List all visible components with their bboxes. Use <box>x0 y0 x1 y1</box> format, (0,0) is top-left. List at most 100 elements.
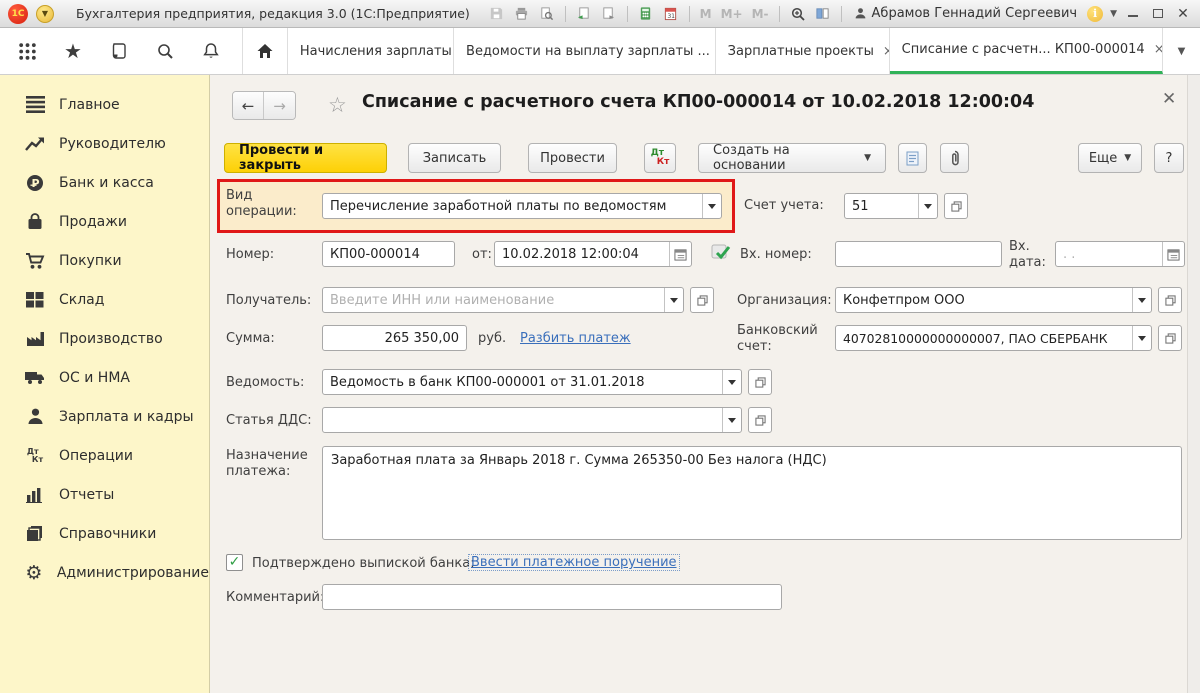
comment-input[interactable] <box>323 585 781 609</box>
dropdown-arrow-icon[interactable] <box>1132 288 1151 312</box>
form-close-button[interactable]: ✕ <box>1162 89 1176 109</box>
home-tab[interactable] <box>243 28 288 74</box>
amount-input[interactable] <box>323 326 466 350</box>
sidebar-item-main[interactable]: Главное <box>0 85 209 124</box>
search-icon[interactable] <box>154 40 176 62</box>
amount-label: Сумма: <box>226 331 275 346</box>
zoom-icon[interactable] <box>789 5 807 23</box>
attachments-button[interactable] <box>940 143 969 173</box>
main-menu-button[interactable]: ▼ <box>36 4 54 23</box>
dds-combobox[interactable] <box>322 407 742 433</box>
tab-payment-sheets[interactable]: Ведомости на выплату зарплаты ... × <box>454 28 716 74</box>
comment-label: Комментарий: <box>226 590 325 605</box>
history-icon[interactable] <box>108 40 130 62</box>
enter-payment-order-link[interactable]: Ввести платежное поручение <box>468 554 680 571</box>
dropdown-arrow-icon[interactable] <box>918 194 937 218</box>
tab-salary-projects[interactable]: Зарплатные проекты × <box>716 28 890 74</box>
dtkt-postings-button[interactable]: Дт Кт <box>644 143 676 173</box>
svg-text:31: 31 <box>667 13 675 20</box>
sidebar-item-directories[interactable]: Справочники <box>0 514 209 553</box>
info-icon[interactable]: i <box>1087 5 1104 22</box>
organization-combobox[interactable]: Конфетпром ООО <box>835 287 1152 313</box>
purpose-textarea[interactable]: Заработная плата за Январь 2018 г. Сумма… <box>322 446 1182 540</box>
tab-overflow-button[interactable]: ▼ <box>1163 28 1200 74</box>
account-label: Счет учета: <box>744 198 824 213</box>
tab-close-icon[interactable]: × <box>883 44 889 59</box>
favorites-star-icon[interactable]: ★ <box>62 39 84 63</box>
tab-payroll-accruals[interactable]: Начисления зарплаты × <box>288 28 455 74</box>
account-combobox[interactable] <box>844 193 938 219</box>
calculator-icon[interactable] <box>637 5 655 23</box>
sidebar-item-warehouse[interactable]: Склад <box>0 280 209 319</box>
sidebar-item-payroll-hr[interactable]: Зарплата и кадры <box>0 397 209 436</box>
date-input[interactable] <box>495 242 669 266</box>
incoming-number-label: Вх. номер: <box>740 247 812 262</box>
document-report-button[interactable] <box>898 143 927 173</box>
confirmed-checkbox[interactable]: ✓ <box>226 554 243 571</box>
help-button[interactable]: ? <box>1154 143 1184 173</box>
dropdown-arrow-icon[interactable] <box>722 370 741 394</box>
maximize-button[interactable] <box>1149 6 1167 22</box>
forward-button[interactable]: → <box>264 92 295 119</box>
close-window-button[interactable]: ✕ <box>1174 6 1192 22</box>
titlebar-caret-icon[interactable]: ▼ <box>1110 9 1117 19</box>
memory-m-button[interactable]: M <box>699 7 713 21</box>
dds-open-button[interactable] <box>748 407 772 433</box>
payee-combobox[interactable]: Введите ИНН или наименование <box>322 287 684 313</box>
export-file-icon[interactable] <box>575 5 593 23</box>
save-button[interactable]: Записать <box>408 143 501 173</box>
sidebar-item-manager[interactable]: Руководителю <box>0 124 209 163</box>
calendar-picker-icon[interactable] <box>669 242 691 266</box>
import-file-icon[interactable] <box>600 5 618 23</box>
sidebar-item-reports[interactable]: Отчеты <box>0 475 209 514</box>
dropdown-arrow-icon[interactable] <box>722 408 741 432</box>
favorite-star-icon[interactable]: ☆ <box>328 93 347 117</box>
sheet-combobox[interactable]: Ведомость в банк КП00-000001 от 31.01.20… <box>322 369 742 395</box>
split-payment-link[interactable]: Разбить платеж <box>520 331 631 346</box>
print-preview-icon[interactable] <box>538 5 556 23</box>
dropdown-arrow-icon[interactable] <box>1132 326 1151 350</box>
account-input[interactable] <box>845 194 918 218</box>
current-user[interactable]: Абрамов Геннадий Сергеевич <box>851 6 1081 21</box>
tab-bank-debit-active[interactable]: Списание с расчетн... КП00-000014 × <box>889 28 1163 74</box>
memory-m-minus-button[interactable]: M- <box>751 7 770 21</box>
print-icon[interactable] <box>513 5 531 23</box>
dropdown-arrow-icon[interactable] <box>702 194 721 218</box>
minimize-button[interactable] <box>1124 6 1142 22</box>
operation-type-combobox[interactable]: Перечисление заработной платы по ведомос… <box>322 193 722 219</box>
sidebar-item-sales[interactable]: Продажи <box>0 202 209 241</box>
payee-label: Получатель: <box>226 293 312 308</box>
dtkt-icon: Дт Кт <box>26 446 44 464</box>
sidebar-item-operations[interactable]: Дт Кт Операции <box>0 436 209 475</box>
post-and-close-button[interactable]: Провести и закрыть <box>224 143 387 173</box>
post-button[interactable]: Провести <box>528 143 617 173</box>
create-based-on-button[interactable]: Создать на основании ▼ <box>698 143 886 173</box>
notifications-bell-icon[interactable] <box>200 40 222 62</box>
vertical-scrollbar[interactable] <box>1187 75 1200 693</box>
sidebar-item-bank-cash[interactable]: Р Банк и касса <box>0 163 209 202</box>
calendar-icon[interactable]: 31 <box>662 5 680 23</box>
tab-close-icon[interactable]: × <box>1154 42 1162 57</box>
number-input[interactable] <box>323 242 454 266</box>
bank-account-open-button[interactable] <box>1158 325 1182 351</box>
back-button[interactable]: ← <box>233 92 264 119</box>
dropdown-arrow-icon[interactable] <box>664 288 683 312</box>
sidebar-item-fixed-assets[interactable]: ОС и НМА <box>0 358 209 397</box>
sheet-open-button[interactable] <box>748 369 772 395</box>
sidebar-item-administration[interactable]: ⚙ Администрирование <box>0 553 209 592</box>
sidebar-item-purchases[interactable]: Покупки <box>0 241 209 280</box>
organization-open-button[interactable] <box>1158 287 1182 313</box>
payee-open-button[interactable] <box>690 287 714 313</box>
account-open-button[interactable] <box>944 193 968 219</box>
sections-grid-icon[interactable] <box>16 40 38 62</box>
document-form: ← → ☆ Списание с расчетного счета КП00-0… <box>210 75 1200 693</box>
memory-m-plus-button[interactable]: M+ <box>720 7 744 21</box>
split-columns-icon[interactable] <box>814 5 832 23</box>
save-icon[interactable] <box>488 5 506 23</box>
sidebar-item-production[interactable]: Производство <box>0 319 209 358</box>
more-button[interactable]: Еще ▼ <box>1078 143 1142 173</box>
calendar-picker-icon[interactable] <box>1162 242 1184 266</box>
incoming-number-input[interactable] <box>836 242 1001 266</box>
bar-chart-icon <box>24 485 46 505</box>
bank-account-combobox[interactable]: 40702810000000000007, ПАО СБЕРБАНК <box>835 325 1152 351</box>
